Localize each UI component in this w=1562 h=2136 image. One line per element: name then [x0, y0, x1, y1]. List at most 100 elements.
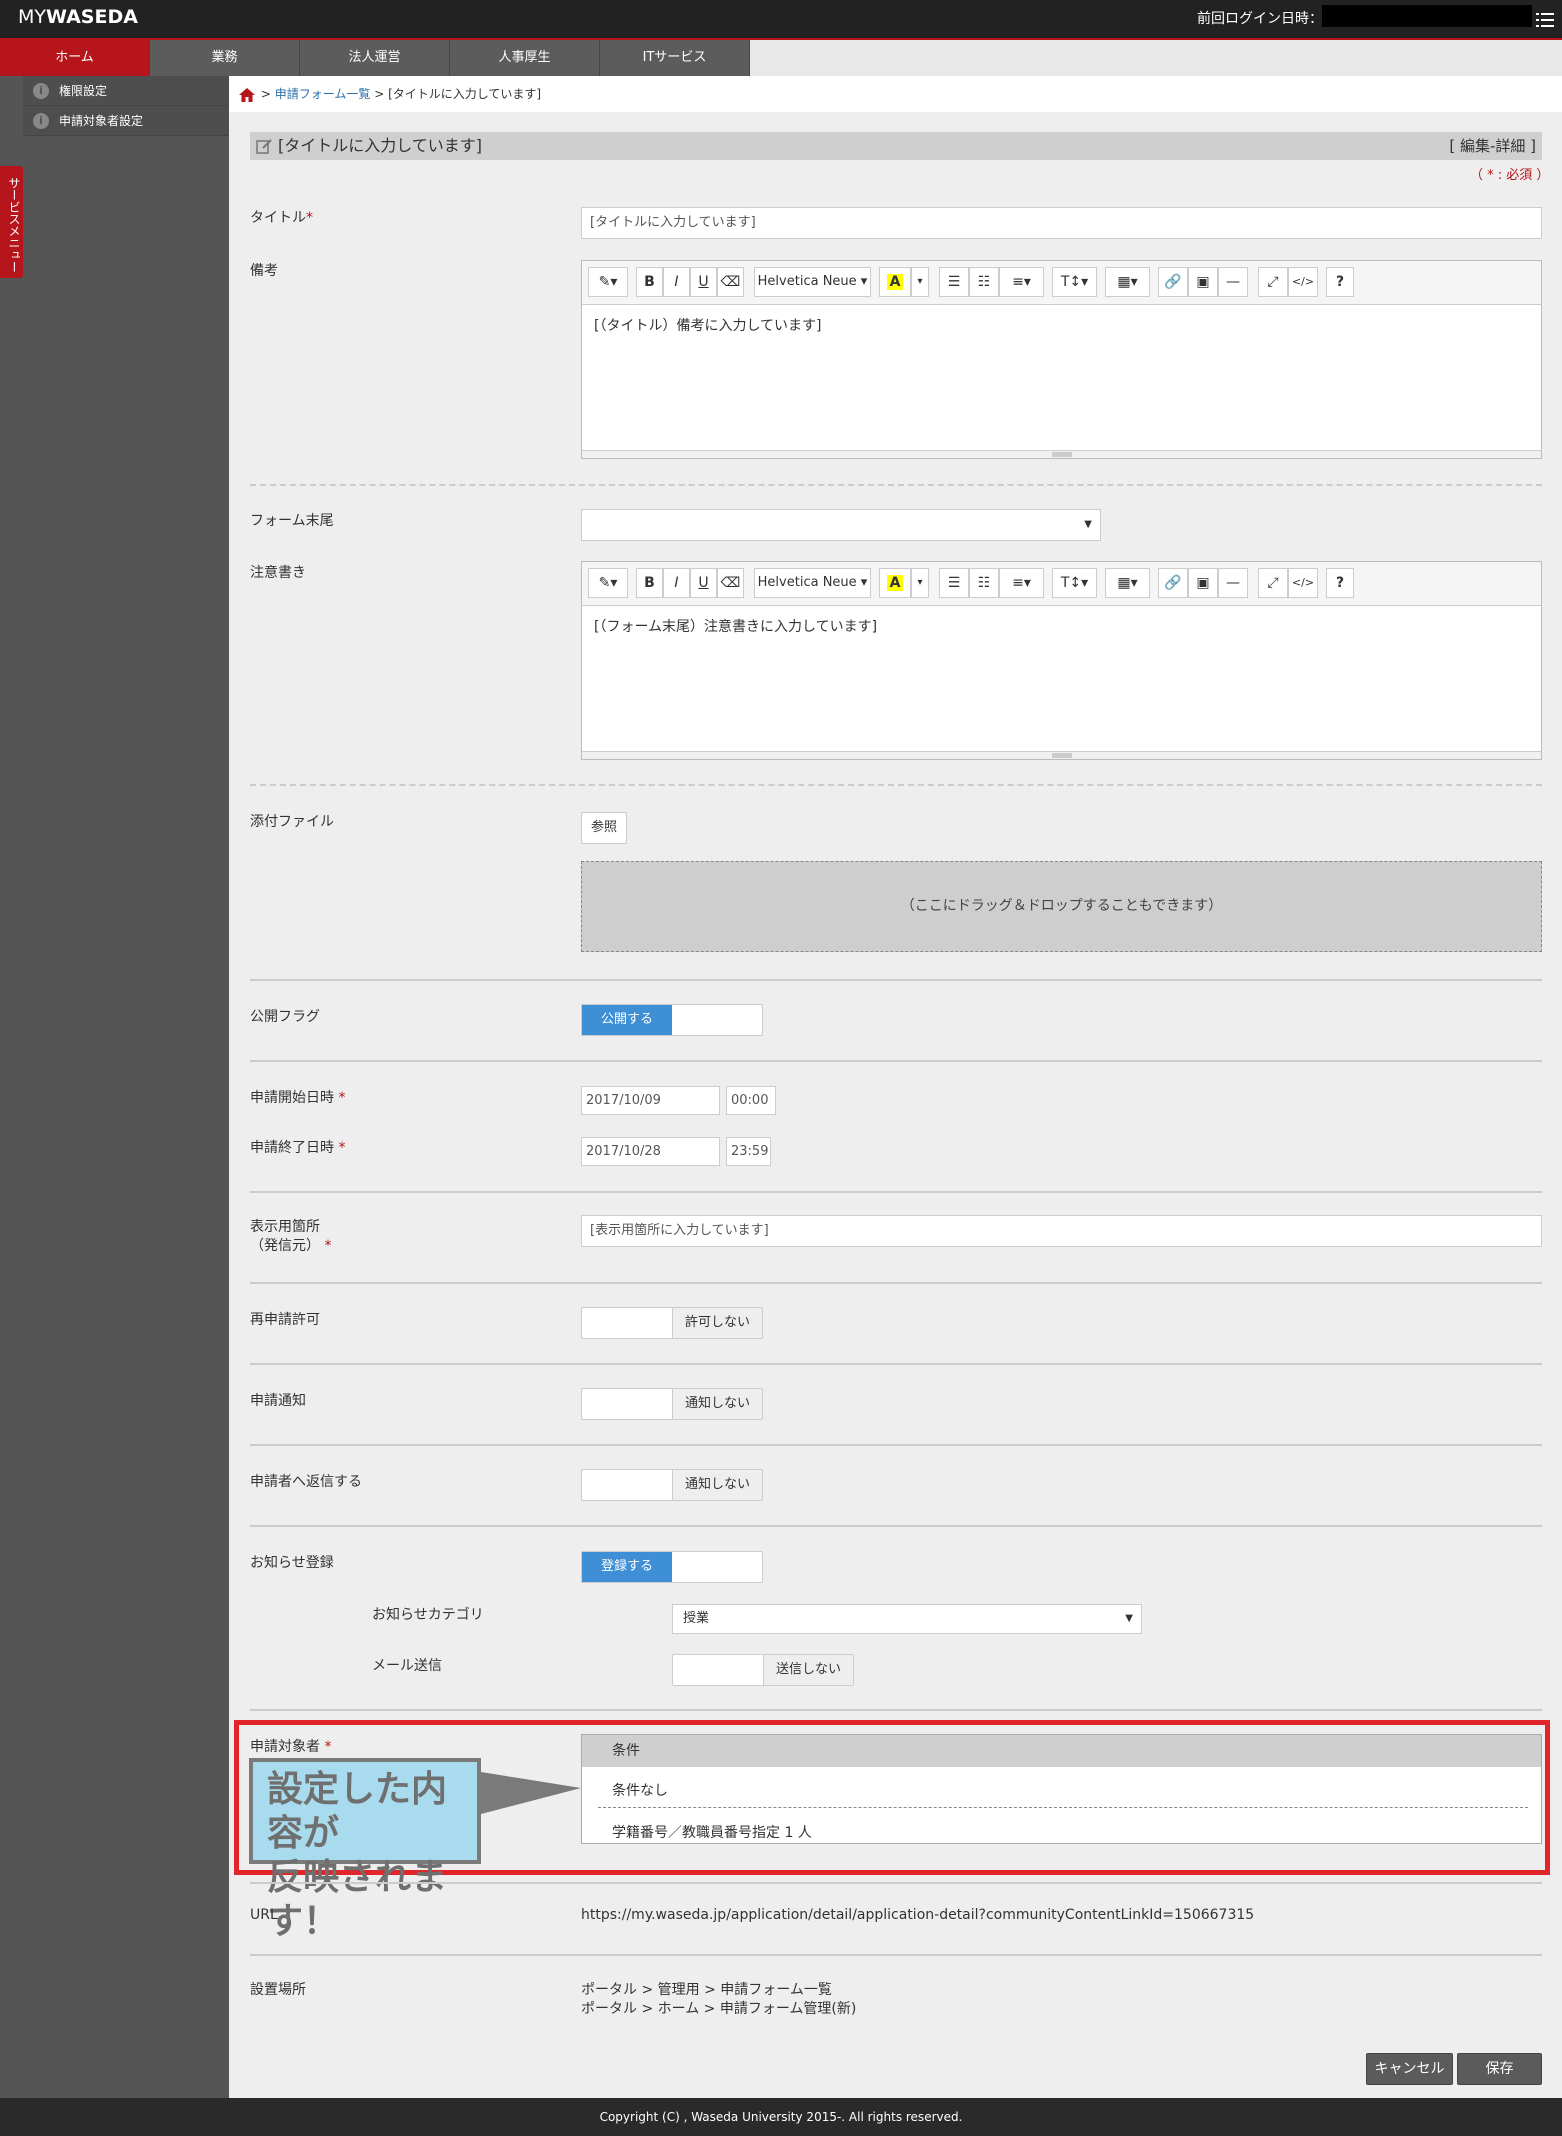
bullet-list-button[interactable]: ☰	[939, 267, 969, 297]
end-time-input[interactable]: 23:59	[726, 1137, 771, 1166]
display-location-label: 表示用箇所 （発信元） *	[250, 1218, 331, 1256]
cancel-button[interactable]: キャンセル	[1366, 2053, 1453, 2085]
mail-off-option[interactable]: 送信しない	[763, 1655, 853, 1685]
display-location-input[interactable]: [表示用箇所に入力しています]	[581, 1215, 1542, 1247]
font-family-select[interactable]: Helvetica Neue ▾	[754, 267, 871, 297]
tab-corporate[interactable]: 法人運営	[300, 40, 450, 76]
title-input[interactable]: [タイトルに入力しています]	[581, 207, 1542, 239]
line-height-button[interactable]: T↕▾	[1052, 267, 1097, 297]
start-time-input[interactable]: 00:00	[726, 1086, 776, 1115]
sidebar-item-permission[interactable]: i 権限設定	[23, 76, 229, 106]
fullscreen-icon[interactable]: ⤢	[1258, 568, 1288, 598]
publish-on-option[interactable]: 公開する	[582, 1005, 672, 1035]
notify-label: 申請通知	[250, 1393, 306, 1409]
horizontal-rule-button[interactable]: —	[1218, 267, 1248, 297]
bold-button[interactable]: B	[636, 568, 663, 598]
mail-toggle[interactable]: 送信しない	[672, 1654, 854, 1686]
required-mark: *	[338, 1090, 346, 1106]
list-menu-icon[interactable]	[1536, 12, 1554, 28]
info-icon: i	[33, 113, 49, 129]
home-icon[interactable]	[239, 87, 255, 102]
tab-hr[interactable]: 人事厚生	[450, 40, 600, 76]
form-footer-select[interactable]: ▼	[581, 509, 1101, 541]
align-button[interactable]: ≡▾	[999, 568, 1044, 598]
reapply-label: 再申請許可	[250, 1312, 320, 1328]
color-dropdown-button[interactable]: ▾	[911, 267, 929, 297]
image-icon[interactable]: ▣	[1188, 568, 1218, 598]
notice-editor-body[interactable]: [（フォーム末尾）注意書きに入力しています]	[582, 606, 1541, 646]
underline-button[interactable]: U	[690, 568, 717, 598]
separator	[250, 1282, 1542, 1284]
remarks-editor-body[interactable]: [（タイトル）備考に入力しています]	[582, 305, 1541, 345]
tab-home[interactable]: ホーム	[0, 40, 150, 76]
publish-toggle[interactable]: 公開する	[581, 1004, 763, 1036]
fullscreen-icon[interactable]: ⤢	[1258, 267, 1288, 297]
mail-label: メール送信	[372, 1658, 442, 1674]
link-icon[interactable]: 🔗	[1158, 568, 1188, 598]
separator	[250, 1954, 1542, 1956]
page-title: [タイトルに入力しています]	[278, 136, 483, 155]
numbered-list-button[interactable]: ☷	[969, 568, 999, 598]
browse-button[interactable]: 参照	[581, 812, 627, 844]
url-value[interactable]: https://my.waseda.jp/application/detail/…	[581, 1907, 1254, 1923]
line-height-button[interactable]: T↕▾	[1052, 568, 1097, 598]
notify-off-option[interactable]: 通知しない	[672, 1389, 762, 1419]
horizontal-rule-button[interactable]: —	[1218, 568, 1248, 598]
link-icon[interactable]: 🔗	[1158, 267, 1188, 297]
table-button[interactable]: ▦▾	[1105, 568, 1150, 598]
italic-button[interactable]: I	[663, 568, 690, 598]
required-mark: *	[338, 1140, 346, 1156]
start-date-input[interactable]: 2017/10/09	[581, 1086, 720, 1115]
edit-icon	[256, 139, 272, 154]
highlight-color-button[interactable]: A	[879, 568, 911, 598]
breadcrumb-link-form-list[interactable]: 申請フォーム一覧	[275, 87, 371, 101]
eraser-button[interactable]: ⌫	[717, 568, 744, 598]
code-view-icon[interactable]: </>	[1288, 568, 1318, 598]
reply-toggle[interactable]: 通知しない	[581, 1469, 763, 1501]
news-on-option[interactable]: 登録する	[582, 1552, 672, 1582]
file-dropzone[interactable]: （ここにドラッグ＆ドロップすることもできます）	[581, 861, 1542, 952]
news-category-label: お知らせカテゴリ	[372, 1607, 484, 1623]
separator	[250, 979, 1542, 981]
help-button[interactable]: ?	[1326, 267, 1354, 297]
help-button[interactable]: ?	[1326, 568, 1354, 598]
reply-off-option[interactable]: 通知しない	[672, 1470, 762, 1500]
notify-toggle[interactable]: 通知しない	[581, 1388, 763, 1420]
sidebar-item-label: 申請対象者設定	[59, 114, 144, 128]
reapply-off-option[interactable]: 許可しない	[672, 1308, 762, 1338]
sidebar-item-target-settings[interactable]: i 申請対象者設定	[23, 106, 229, 136]
logo[interactable]: MYWASEDA	[18, 6, 138, 28]
save-button[interactable]: 保存	[1457, 2053, 1542, 2085]
font-family-select[interactable]: Helvetica Neue ▾	[754, 568, 871, 598]
align-button[interactable]: ≡▾	[999, 267, 1044, 297]
tab-business[interactable]: 業務	[150, 40, 300, 76]
news-toggle[interactable]: 登録する	[581, 1551, 763, 1583]
color-dropdown-button[interactable]: ▾	[911, 568, 929, 598]
tab-it-service[interactable]: ITサービス	[600, 40, 750, 76]
separator	[250, 1709, 1542, 1711]
highlight-color-button[interactable]: A	[879, 267, 911, 297]
editor-resize-handle[interactable]	[582, 450, 1541, 458]
title-label-text: タイトル	[250, 210, 306, 226]
news-category-select[interactable]: 授業 ▼	[672, 1604, 1142, 1634]
end-date-input[interactable]: 2017/10/28	[581, 1137, 720, 1166]
bullet-list-button[interactable]: ☰	[939, 568, 969, 598]
separator	[250, 1060, 1542, 1062]
logo-waseda: WASEDA	[46, 6, 138, 28]
eraser-button[interactable]: ⌫	[717, 267, 744, 297]
magic-style-button[interactable]: ✎▾	[588, 568, 628, 598]
reapply-toggle[interactable]: 許可しない	[581, 1307, 763, 1339]
top-bar: MYWASEDA 前回ログイン日時：	[0, 0, 1562, 38]
bold-button[interactable]: B	[636, 267, 663, 297]
reply-label: 申請者へ返信する	[250, 1474, 362, 1490]
image-icon[interactable]: ▣	[1188, 267, 1218, 297]
form-footer-label: フォーム末尾	[250, 513, 334, 529]
numbered-list-button[interactable]: ☷	[969, 267, 999, 297]
magic-style-button[interactable]: ✎▾	[588, 267, 628, 297]
underline-button[interactable]: U	[690, 267, 717, 297]
code-view-icon[interactable]: </>	[1288, 267, 1318, 297]
editor-resize-handle[interactable]	[582, 751, 1541, 759]
table-button[interactable]: ▦▾	[1105, 267, 1150, 297]
italic-button[interactable]: I	[663, 267, 690, 297]
service-menu-tab[interactable]: サービスメニュー	[0, 166, 23, 278]
